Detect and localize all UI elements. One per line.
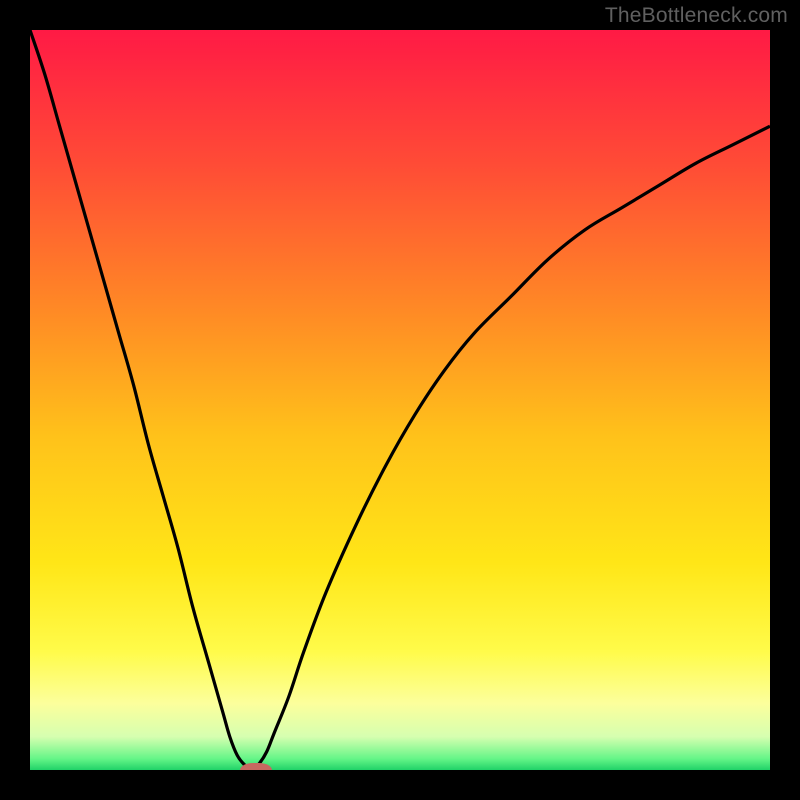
bottleneck-curve	[30, 30, 770, 770]
plot-area	[30, 30, 770, 770]
chart-frame: TheBottleneck.com	[0, 0, 800, 800]
optimal-point-marker	[240, 763, 272, 770]
watermark-text: TheBottleneck.com	[605, 4, 788, 28]
